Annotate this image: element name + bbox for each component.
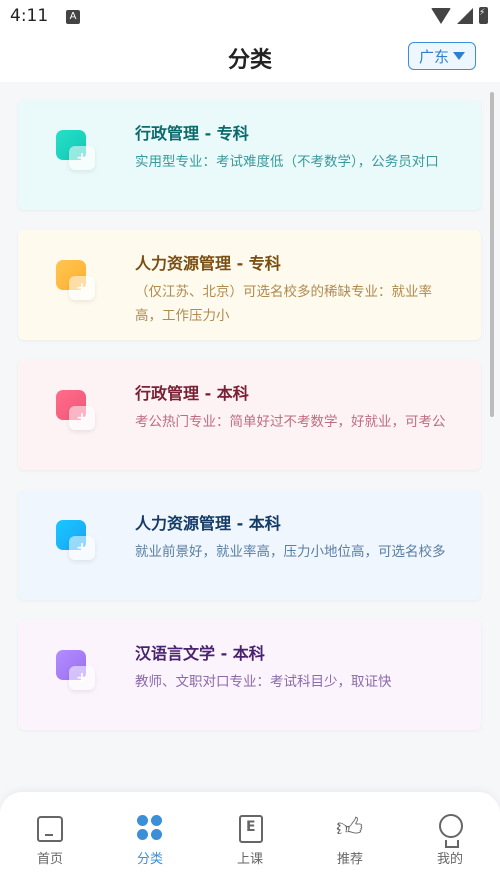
nav-label: 分类 xyxy=(136,852,163,867)
category-icon xyxy=(136,814,164,842)
status-bar: 4:11 A xyxy=(0,0,500,34)
course-title: 汉语言文学 - 本科 xyxy=(135,644,265,663)
profile-icon xyxy=(436,814,464,848)
status-time: 4:11 xyxy=(10,6,49,26)
signal-icon xyxy=(457,7,473,24)
nav-item-category[interactable]: 分类 xyxy=(100,792,200,888)
course-desc: 就业前景好，就业率高，压力小地位高，可选名校多 xyxy=(135,544,446,560)
course-desc: （仅江苏、北京）可选名校多的稀缺专业：就业率高，工作压力小 xyxy=(135,284,432,324)
course-title: 人力资源管理 - 专科 xyxy=(135,254,281,273)
add-course-icon: + xyxy=(56,650,96,692)
course-card[interactable]: + 行政管理 - 专科 实用型专业：考试难度低（不考数学），公务员对口 xyxy=(18,100,481,210)
system-icons xyxy=(431,7,488,24)
course-desc: 教师、文职对口专业：考试科目少，取证快 xyxy=(135,674,392,690)
dropdown-arrow-icon xyxy=(453,52,465,60)
nav-label: 上课 xyxy=(236,852,263,867)
course-list: + 行政管理 - 专科 实用型专业：考试难度低（不考数学），公务员对口 + 人力… xyxy=(18,100,481,750)
course-card[interactable]: + 汉语言文学 - 本科 教师、文职对口专业：考试科目少，取证快 xyxy=(18,620,481,730)
nav-label: 首页 xyxy=(36,852,63,867)
nav-item-home[interactable]: 首页 xyxy=(0,792,100,888)
home-icon xyxy=(36,814,64,842)
add-course-icon: + xyxy=(56,130,96,172)
course-card[interactable]: + 人力资源管理 - 本科 就业前景好，就业率高，压力小地位高，可选名校多 xyxy=(18,490,481,600)
wifi-icon xyxy=(431,7,451,24)
add-course-icon: + xyxy=(56,520,96,562)
course-desc: 考公热门专业：简单好过不考数学，好就业，可考公 xyxy=(135,414,446,430)
nav-item-recommend[interactable]: 👍︎ 推荐 xyxy=(300,792,400,888)
header: 分类 广东 xyxy=(0,34,500,82)
nav-label: 推荐 xyxy=(336,852,363,867)
course-title: 行政管理 - 专科 xyxy=(135,124,249,143)
thumbs-up-icon: 👍︎ xyxy=(336,813,364,843)
scrollbar[interactable] xyxy=(490,92,494,417)
app-notification-icon: A xyxy=(66,10,80,24)
region-label: 广东 xyxy=(418,47,449,66)
lesson-icon xyxy=(236,814,264,843)
course-title: 人力资源管理 - 本科 xyxy=(135,514,281,533)
add-course-icon: + xyxy=(56,390,96,432)
course-title: 行政管理 - 本科 xyxy=(135,384,249,403)
add-course-icon: + xyxy=(56,260,96,302)
battery-icon xyxy=(479,7,488,24)
course-desc: 实用型专业：考试难度低（不考数学），公务员对口 xyxy=(135,154,439,170)
bottom-nav: 首页 分类 上课 👍︎ 推荐 我的 xyxy=(0,792,500,888)
nav-item-profile[interactable]: 我的 xyxy=(400,792,500,888)
region-selector[interactable]: 广东 xyxy=(408,42,476,70)
nav-item-lesson[interactable]: 上课 xyxy=(200,792,300,888)
course-card[interactable]: + 人力资源管理 - 专科 （仅江苏、北京）可选名校多的稀缺专业：就业率高，工作… xyxy=(18,230,481,340)
nav-label: 我的 xyxy=(436,852,463,867)
course-card[interactable]: + 行政管理 - 本科 考公热门专业：简单好过不考数学，好就业，可考公 xyxy=(18,360,481,470)
